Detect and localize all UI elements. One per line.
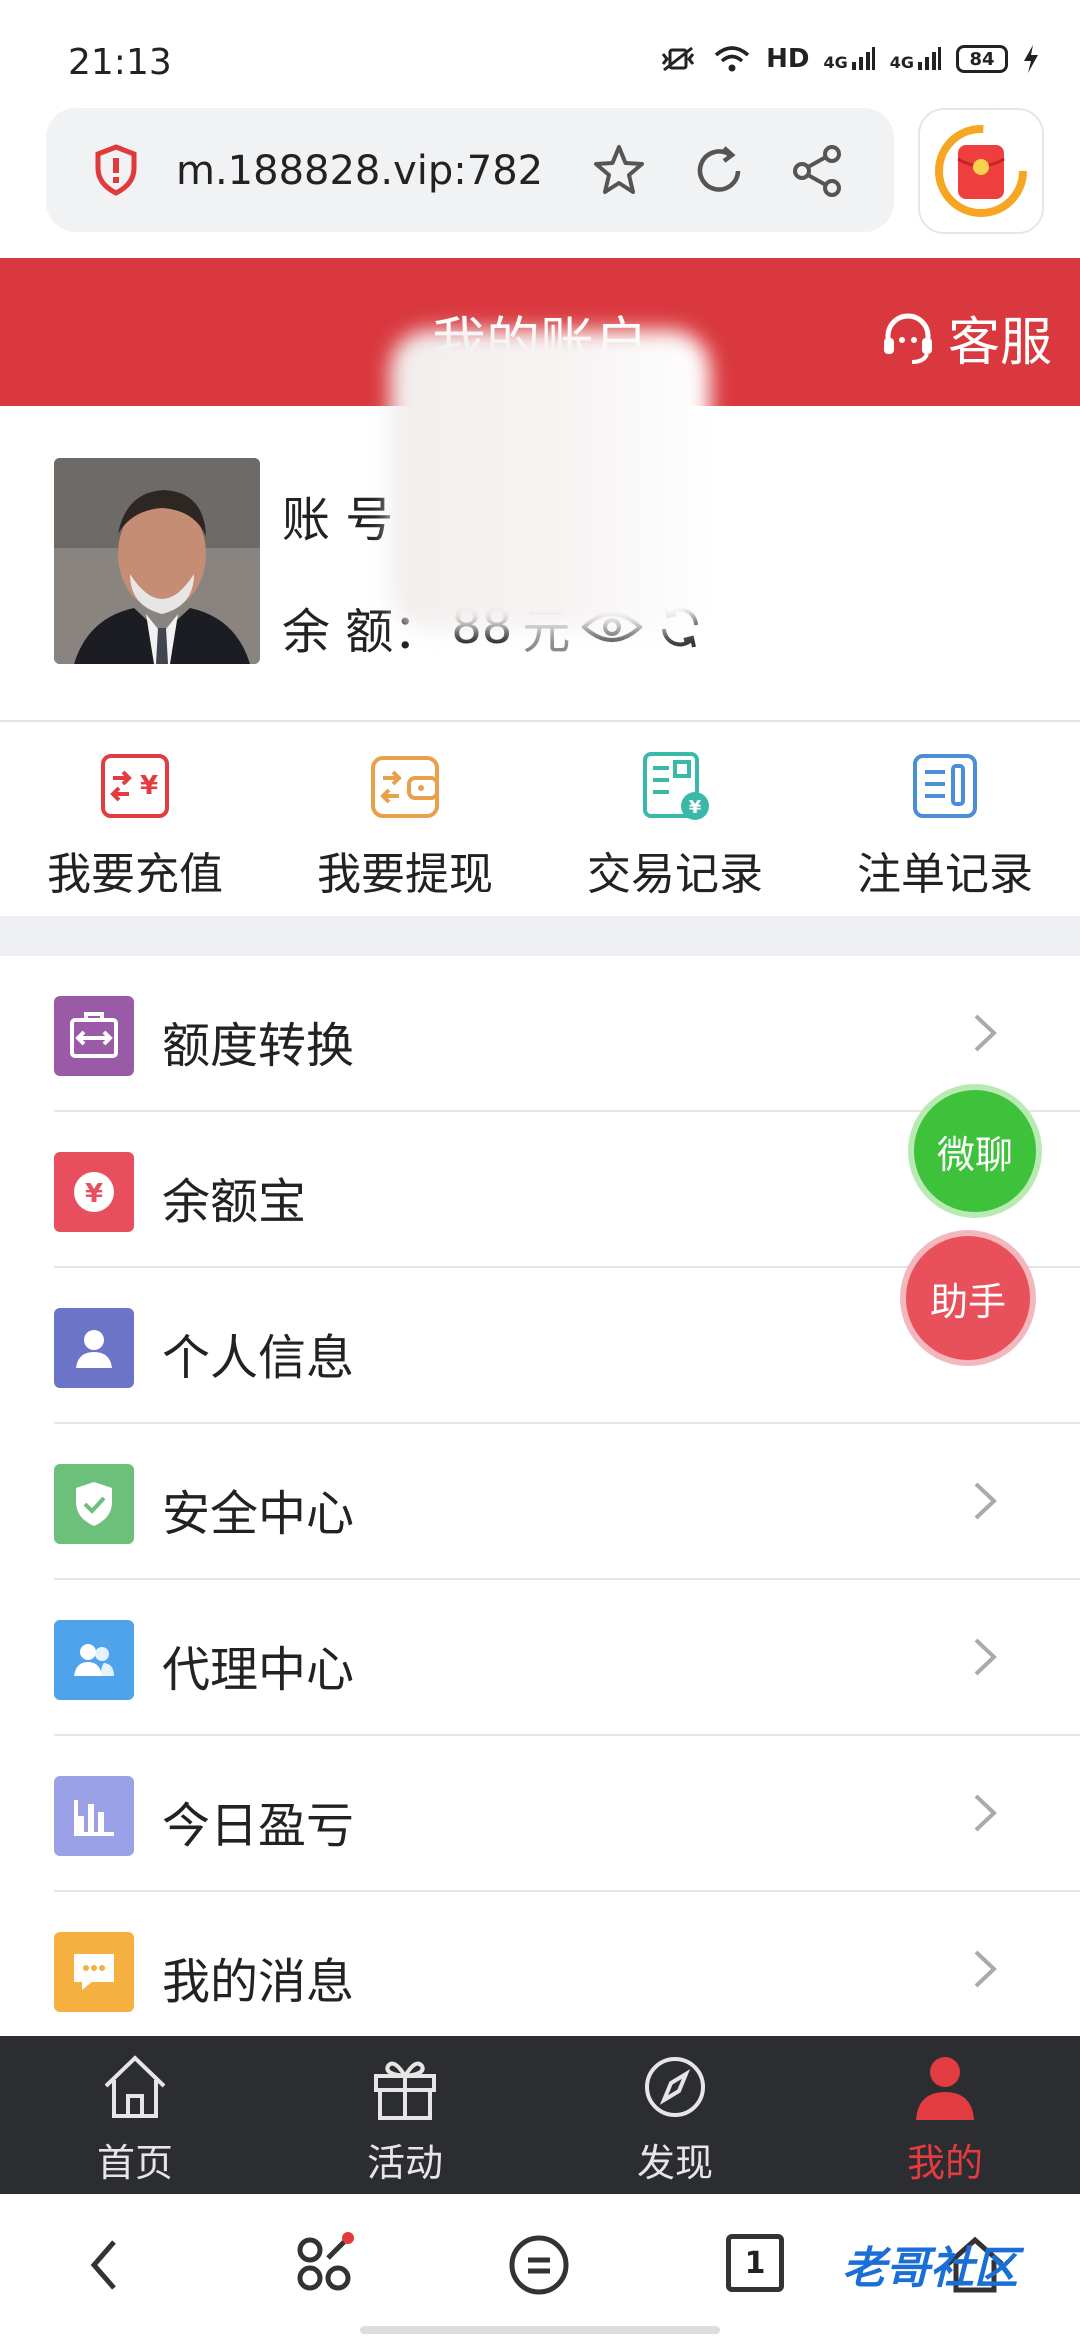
menu-label: 余额宝 — [162, 1174, 307, 1230]
menu-label: 今日盈亏 — [162, 1798, 355, 1854]
customer-service-label: 客服 — [947, 313, 1052, 373]
share-icon[interactable] — [788, 142, 846, 200]
chevron-right-icon — [974, 1950, 997, 1988]
svg-text:¥: ¥ — [85, 1179, 103, 1209]
recharge-button[interactable]: ¥ 我要充值 — [0, 722, 270, 916]
signal-1: 4G — [823, 46, 875, 72]
tab-label: 活动 — [366, 2141, 443, 2185]
star-icon[interactable] — [590, 142, 648, 200]
watermark: 老哥社区 — [842, 2243, 1018, 2294]
back-icon[interactable] — [80, 2230, 130, 2300]
headset-icon — [883, 313, 932, 364]
tabs-count-button[interactable]: 1 — [726, 2234, 784, 2292]
withdraw-label: 我要提现 — [317, 849, 493, 900]
status-icons: HD 4G 4G 84 — [658, 44, 1040, 74]
svg-text:¥: ¥ — [140, 771, 158, 801]
chevron-right-icon — [974, 1638, 997, 1676]
vibrate-mute-icon — [661, 46, 695, 72]
compass-icon — [645, 2057, 705, 2117]
recharge-icon: ¥ — [101, 754, 169, 818]
gift-icon — [374, 2061, 436, 2120]
status-time: 21:13 — [68, 42, 172, 83]
menu-item-transfer[interactable]: 额度转换 — [54, 956, 1080, 1112]
menu-item-daily-pnl[interactable]: 今日盈亏 — [54, 1736, 1080, 1892]
chevron-right-icon — [974, 1014, 997, 1052]
menu-label: 我的消息 — [162, 1954, 355, 2010]
apps-icon[interactable] — [290, 2230, 360, 2300]
tab-label: 我的 — [906, 2141, 983, 2185]
group-icon — [54, 1620, 134, 1700]
chat-float-button[interactable]: 微聊 — [908, 1084, 1042, 1218]
home-indicator — [360, 2326, 720, 2334]
chevron-right-icon — [974, 1482, 997, 1520]
yuan-icon: ¥ — [54, 1152, 134, 1232]
wifi-icon — [714, 46, 750, 72]
svg-text:¥: ¥ — [689, 797, 702, 818]
menu-label: 安全中心 — [162, 1486, 355, 1542]
bar-chart-icon — [54, 1776, 134, 1856]
shield-check-icon — [54, 1464, 134, 1544]
menu-label: 代理中心 — [162, 1642, 355, 1698]
browser-url-bar[interactable]: m.188828.vip:782 — [46, 108, 894, 232]
signal-2: 4G — [890, 46, 942, 72]
menu-label: 额度转换 — [162, 1018, 355, 1074]
home-icon — [104, 2055, 166, 2118]
transfer-icon — [54, 996, 134, 1076]
transaction-record-button[interactable]: ¥ 交易记录 — [540, 722, 810, 916]
charging-icon — [1024, 45, 1038, 73]
url-text[interactable]: m.188828.vip:782 — [176, 148, 543, 194]
transaction-record-icon: ¥ — [643, 752, 709, 820]
menu-item-security-center[interactable]: 安全中心 — [54, 1424, 1080, 1580]
tab-discover[interactable]: 发现 — [540, 2036, 810, 2194]
bet-record-icon — [913, 754, 977, 818]
bottom-tab-bar: 首页 活动 发现 我的 — [0, 2036, 1080, 2194]
chat-float-label: 微聊 — [936, 1132, 1013, 1177]
recharge-label: 我要充值 — [47, 849, 223, 900]
red-envelope-icon — [935, 125, 1027, 217]
signal-icon — [851, 47, 875, 70]
assistant-float-label: 助手 — [929, 1279, 1006, 1324]
withdraw-icon — [371, 756, 439, 818]
menu-label: 个人信息 — [162, 1330, 355, 1386]
menu-icon[interactable] — [504, 2230, 574, 2300]
user-icon — [916, 2057, 974, 2120]
status-bar: 21:13 HD 4G 4G 84 — [0, 0, 1080, 100]
red-envelope-button[interactable] — [918, 108, 1044, 234]
avatar[interactable] — [54, 458, 260, 664]
withdraw-button[interactable]: 我要提现 — [270, 722, 540, 916]
bet-record-button[interactable]: 注单记录 — [810, 722, 1080, 916]
message-icon — [54, 1932, 134, 2012]
menu-item-agent-center[interactable]: 代理中心 — [54, 1580, 1080, 1736]
menu-item-messages[interactable]: 我的消息 — [54, 1892, 1080, 2048]
bet-record-label: 注单记录 — [857, 849, 1033, 900]
tab-mine[interactable]: 我的 — [810, 2036, 1080, 2194]
customer-service-button[interactable]: 客服 — [880, 300, 1052, 375]
battery-indicator: 84 — [956, 45, 1008, 73]
tab-activity[interactable]: 活动 — [270, 2036, 540, 2194]
section-divider — [0, 916, 1080, 956]
hd-label: HD — [766, 44, 810, 74]
tab-label: 首页 — [96, 2141, 173, 2185]
privacy-blur — [390, 330, 710, 630]
refresh-icon[interactable] — [690, 142, 748, 200]
tab-label: 发现 — [636, 2141, 713, 2185]
transaction-record-label: 交易记录 — [587, 849, 763, 900]
signal-icon — [918, 47, 941, 70]
person-icon — [54, 1308, 134, 1388]
account-label: 账 号 — [282, 492, 394, 548]
assistant-float-button[interactable]: 助手 — [900, 1230, 1036, 1366]
quick-actions: ¥ 我要充值 我要提现 ¥ 交易记录 注单记录 — [0, 722, 1080, 916]
chevron-right-icon — [974, 1794, 997, 1832]
tab-home[interactable]: 首页 — [0, 2036, 270, 2194]
shield-icon[interactable] — [94, 144, 138, 196]
